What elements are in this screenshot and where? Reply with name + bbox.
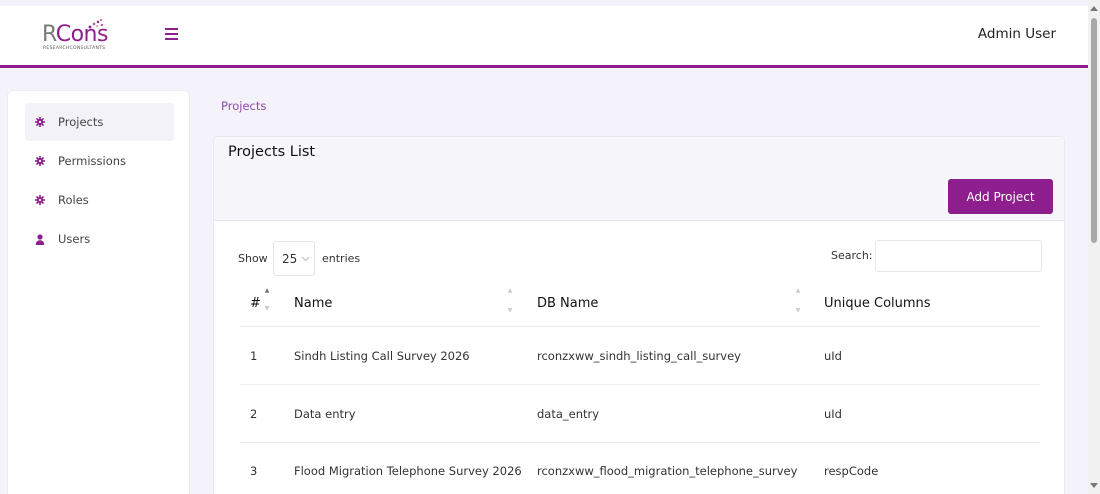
db-name-cell: rconzxww_flood_migration_telephone_surve… xyxy=(537,464,798,478)
sidebar: Projects Permissions Roles Users xyxy=(7,90,190,494)
sidebar-item-permissions[interactable]: Permissions xyxy=(25,142,174,180)
user-menu[interactable]: Admin User xyxy=(978,26,1056,42)
chevron-down-icon xyxy=(301,256,310,262)
search-label: Search: xyxy=(831,249,873,262)
entries-value: 25 xyxy=(282,252,298,266)
gear-icon xyxy=(34,117,45,128)
sidebar-item-label: Users xyxy=(58,232,91,246)
unique-columns-cell: uId xyxy=(824,407,842,421)
scroll-up-icon[interactable] xyxy=(1090,6,1098,11)
sidebar-item-users[interactable]: Users xyxy=(25,220,174,258)
unique-columns-cell: uId xyxy=(824,349,842,363)
scroll-down-icon[interactable] xyxy=(1090,483,1098,488)
add-project-button[interactable]: Add Project xyxy=(948,179,1053,214)
unique-columns-cell: respCode xyxy=(824,464,879,478)
projects-card: Projects List Add Project Show 25 entrie… xyxy=(213,136,1065,494)
sidebar-item-label: Projects xyxy=(58,115,104,129)
column-header-name[interactable]: Name xyxy=(294,296,332,311)
logo-r: R xyxy=(42,22,56,47)
sidebar-item-projects[interactable]: Projects xyxy=(25,103,174,141)
sidebar-item-label: Roles xyxy=(58,193,89,207)
sort-icon[interactable]: ▲ ▼ xyxy=(795,288,801,314)
logo-text: RCons xyxy=(42,22,108,47)
db-name-cell: data_entry xyxy=(537,407,600,421)
entries-select[interactable]: 25 xyxy=(273,241,315,276)
scroll-thumb[interactable] xyxy=(1091,18,1097,243)
db-name-cell: rconzxww_sindh_listing_call_survey xyxy=(537,349,741,363)
table-header-divider xyxy=(240,326,1040,327)
breadcrumb[interactable]: Projects xyxy=(221,99,266,113)
row-number: 3 xyxy=(250,464,258,478)
gear-icon xyxy=(34,195,45,206)
sidebar-item-roles[interactable]: Roles xyxy=(25,181,174,219)
table-row-divider xyxy=(240,384,1040,385)
rcons-logo[interactable]: RCons RESEARCHCONSULTANTS xyxy=(42,18,112,60)
project-name-cell[interactable]: Sindh Listing Call Survey 2026 xyxy=(294,349,470,363)
menu-toggle-icon[interactable] xyxy=(165,28,178,41)
logo-cons: Cons xyxy=(55,22,109,47)
row-number: 1 xyxy=(250,349,258,363)
logo-subtitle: RESEARCHCONSULTANTS xyxy=(43,46,106,51)
entries-label: entries xyxy=(322,252,361,265)
search-input[interactable] xyxy=(875,240,1042,272)
project-name-cell[interactable]: Flood Migration Telephone Survey 2026 xyxy=(294,464,522,478)
row-number: 2 xyxy=(250,407,258,421)
table-row-divider xyxy=(240,442,1040,443)
card-header: Projects List Add Project xyxy=(214,137,1064,221)
sort-icon[interactable]: ▲ ▼ xyxy=(507,288,513,314)
user-icon xyxy=(34,233,45,245)
show-label: Show xyxy=(238,252,268,265)
sidebar-item-label: Permissions xyxy=(58,154,127,168)
sort-icon[interactable]: ▲ ▼ xyxy=(264,288,270,312)
project-name-cell[interactable]: Data entry xyxy=(294,407,356,421)
column-header-db-name[interactable]: DB Name xyxy=(537,296,598,311)
page-scrollbar[interactable] xyxy=(1088,0,1100,494)
column-header-unique-columns[interactable]: Unique Columns xyxy=(824,296,931,311)
column-header-num[interactable]: # xyxy=(250,296,261,311)
page-title: Projects List xyxy=(228,144,316,160)
app-header: RCons RESEARCHCONSULTANTS Admin User xyxy=(0,6,1088,68)
gear-icon xyxy=(34,156,45,167)
